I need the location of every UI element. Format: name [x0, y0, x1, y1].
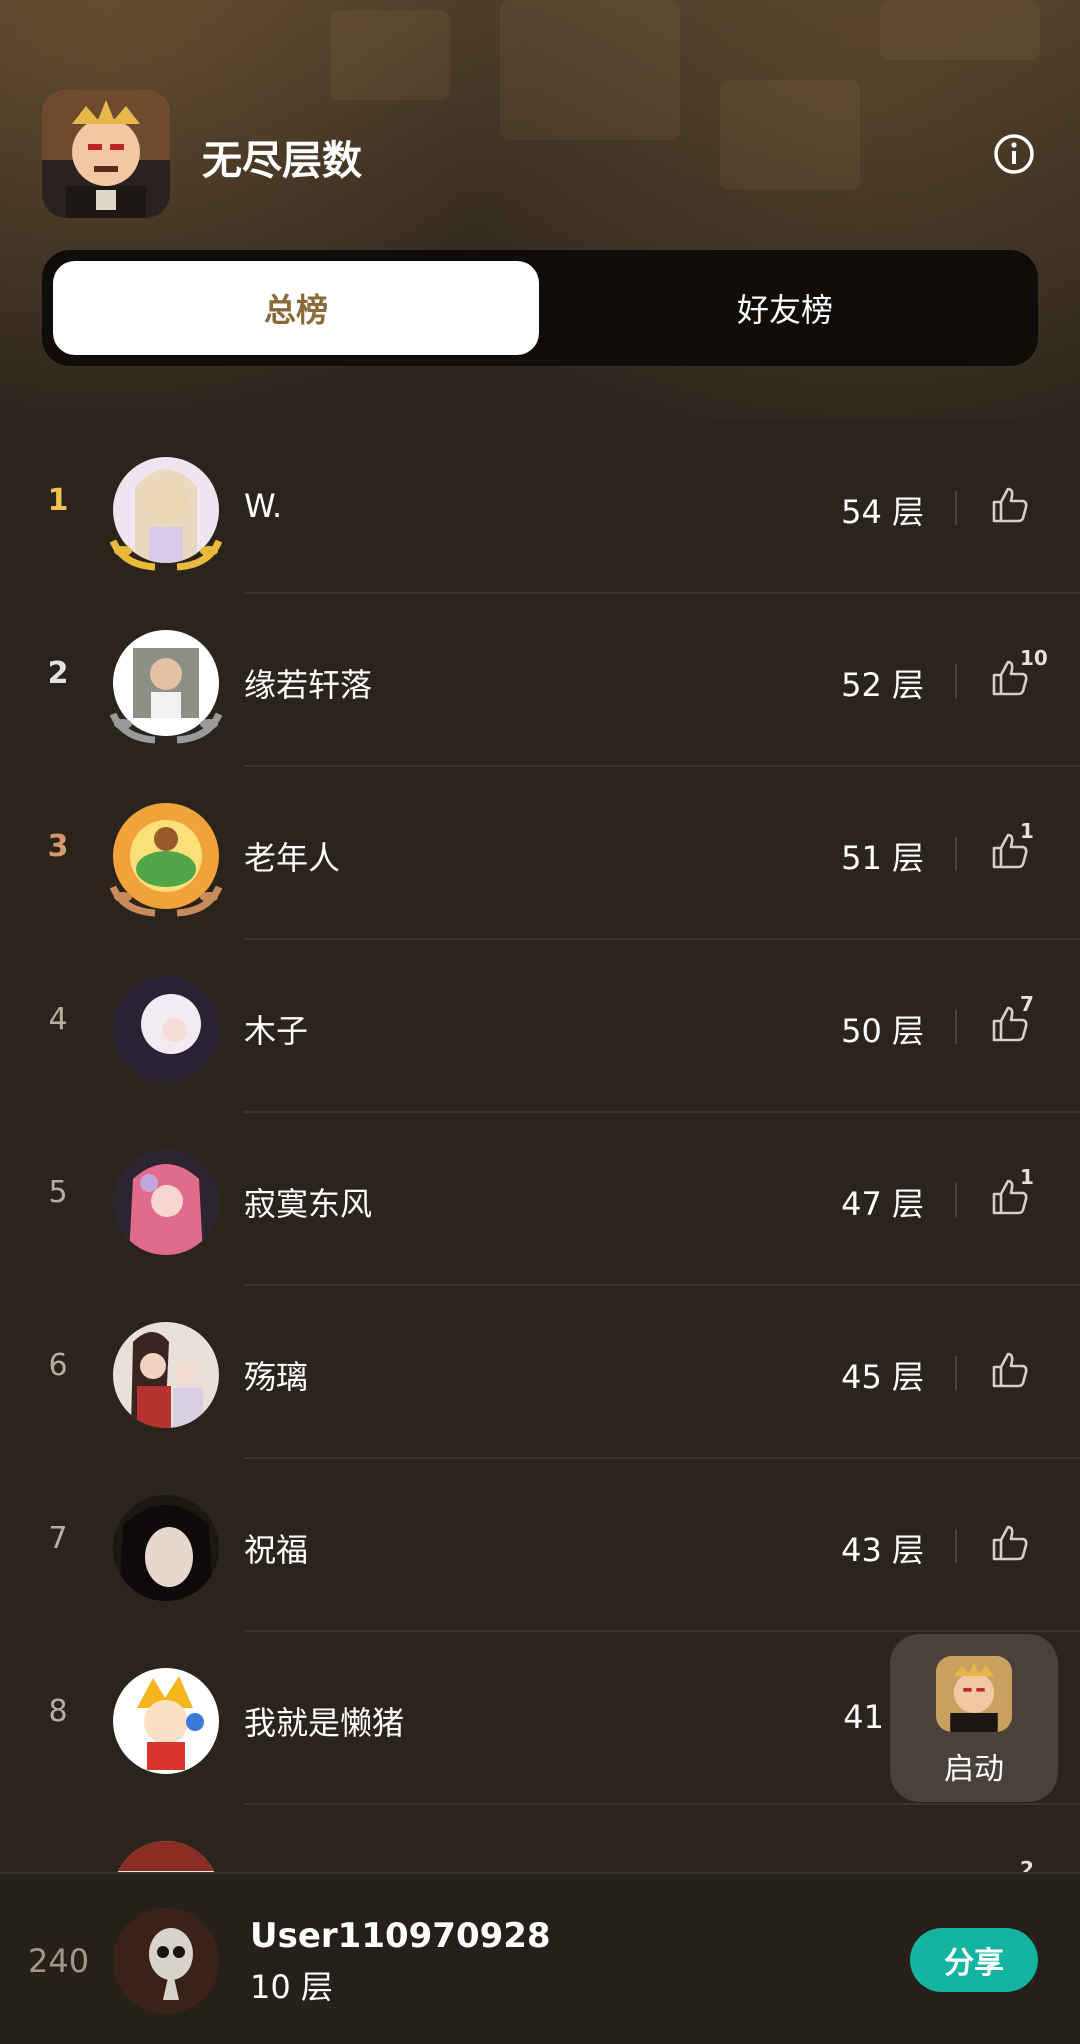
- divider: [955, 1529, 957, 1563]
- player-name: 祝福: [244, 1531, 309, 1569]
- player-score: 45 层: [841, 1358, 924, 1396]
- game-king-icon: [42, 90, 170, 218]
- current-user-score: 10 层: [250, 1968, 333, 2006]
- divider: [955, 1010, 957, 1044]
- launch-button[interactable]: 启动: [890, 1634, 1058, 1802]
- launch-label: 启动: [944, 1752, 1004, 1787]
- current-user-bar: 240 User110970928 10 层 分享: [0, 1872, 1080, 2044]
- game-king-icon: [936, 1656, 1012, 1732]
- avatar: [113, 1668, 219, 1774]
- like-count: 1: [1020, 819, 1034, 843]
- share-button[interactable]: 分享: [910, 1928, 1038, 1992]
- divider: [955, 664, 957, 698]
- avatar: [113, 976, 219, 1082]
- player-score: 47 层: [841, 1185, 924, 1223]
- player-name: 缘若轩落: [244, 666, 373, 704]
- rank-number: 1: [47, 483, 69, 518]
- player-score: 50 层: [841, 1012, 924, 1050]
- player-name: 木子: [244, 1012, 309, 1050]
- player-name: 老年人: [244, 839, 341, 877]
- rank-number: 4: [48, 1002, 68, 1037]
- thumbs-up-icon[interactable]: [990, 485, 1030, 525]
- player-name: 殇璃: [244, 1358, 309, 1396]
- list-item[interactable]: 4 木子 50 层 7: [0, 940, 1080, 1113]
- current-user-rank: 240: [28, 1942, 90, 1980]
- avatar: [113, 1149, 219, 1255]
- tab-friends[interactable]: 好友榜: [542, 261, 1028, 355]
- thumbs-up-icon[interactable]: [990, 1523, 1030, 1563]
- player-name: W.: [244, 487, 283, 525]
- list-item[interactable]: 7 祝福 43 层: [0, 1459, 1080, 1632]
- divider: [955, 837, 957, 871]
- avatar: [113, 1908, 219, 2014]
- list-item[interactable]: 2 缘若轩落 52 层 10: [0, 594, 1080, 767]
- silver-laurel-icon: [109, 712, 223, 744]
- player-score: 51 层: [841, 839, 924, 877]
- rank-number: 3: [47, 829, 69, 864]
- leaderboard-tabs: 总榜 好友榜: [42, 250, 1038, 366]
- app-header: 无尽层数: [42, 90, 1042, 218]
- rank-number: 2: [47, 656, 69, 691]
- like-count: 10: [1020, 646, 1048, 670]
- like-count: 1: [1020, 1165, 1034, 1189]
- player-score: 41: [843, 1698, 884, 1736]
- list-item[interactable]: 6 殇璃 45 层: [0, 1286, 1080, 1459]
- list-item[interactable]: 3 老年人 51 层 1: [0, 767, 1080, 940]
- player-name: 寂寞东风: [244, 1185, 373, 1223]
- avatar: [113, 1495, 219, 1601]
- page-title: 无尽层数: [202, 138, 362, 184]
- like-count: 7: [1020, 992, 1034, 1016]
- player-name: 我就是懒猪: [244, 1704, 405, 1742]
- thumbs-up-icon[interactable]: [990, 1350, 1030, 1390]
- info-icon[interactable]: [990, 130, 1038, 178]
- tab-overall[interactable]: 总榜: [53, 261, 539, 355]
- divider: [955, 1356, 957, 1390]
- rank-number: 6: [48, 1348, 68, 1383]
- rank-number: 8: [48, 1694, 68, 1729]
- player-score: 52 层: [841, 666, 924, 704]
- bronze-laurel-icon: [109, 885, 223, 917]
- divider: [955, 1183, 957, 1217]
- player-score: 43 层: [841, 1531, 924, 1569]
- divider: [955, 491, 957, 525]
- rank-number: 7: [48, 1521, 68, 1556]
- list-item[interactable]: 1 W. 54 层: [0, 421, 1080, 594]
- gold-laurel-icon: [109, 539, 223, 571]
- player-score: 54 层: [841, 493, 924, 531]
- avatar: [113, 1322, 219, 1428]
- list-item[interactable]: 5 寂寞东风 47 层 1: [0, 1113, 1080, 1286]
- current-user-name: User110970928: [250, 1916, 551, 1956]
- rank-number: 5: [48, 1175, 68, 1210]
